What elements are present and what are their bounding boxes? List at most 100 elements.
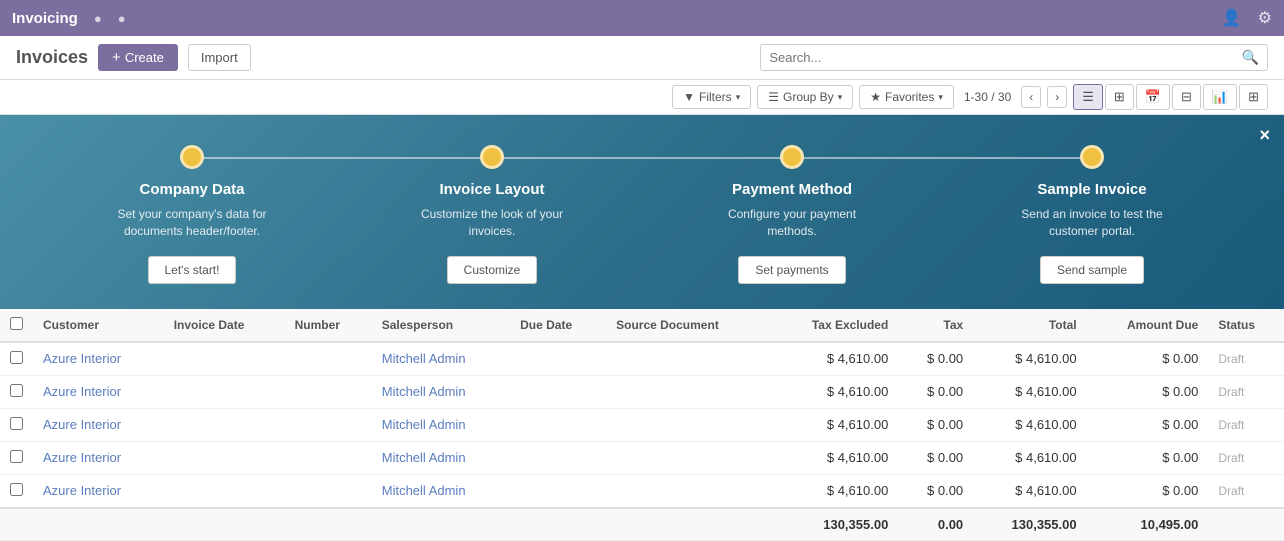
row-checkbox[interactable]: [10, 450, 23, 463]
cell-invoice-date: [164, 342, 285, 376]
status-badge: Draft: [1218, 484, 1244, 498]
groupby-button[interactable]: ☰ Group By ▾: [757, 85, 853, 109]
header-bar: Invoices Create Import 🔍: [0, 36, 1284, 80]
calendar-view-button[interactable]: 📅: [1136, 84, 1170, 110]
col-due-date[interactable]: Due Date: [510, 309, 606, 342]
table-body: Azure Interior Mitchell Admin $ 4,610.00…: [0, 342, 1284, 508]
col-tax-excluded[interactable]: Tax Excluded: [770, 309, 899, 342]
cell-salesperson[interactable]: Mitchell Admin: [372, 474, 510, 508]
cell-number: [285, 408, 372, 441]
import-button[interactable]: Import: [188, 44, 251, 71]
step-title-2: Invoice Layout: [439, 181, 544, 198]
select-all-header[interactable]: [0, 309, 33, 342]
cell-customer[interactable]: Azure Interior: [33, 408, 164, 441]
col-salesperson[interactable]: Salesperson: [372, 309, 510, 342]
settings-icon[interactable]: ⚙: [1258, 8, 1272, 28]
salesperson-link[interactable]: Mitchell Admin: [382, 351, 466, 366]
step-btn-3[interactable]: Set payments: [738, 256, 845, 284]
cell-amount-due: $ 0.00: [1087, 375, 1209, 408]
row-checkbox[interactable]: [10, 483, 23, 496]
chart-view-button[interactable]: 📊: [1203, 84, 1237, 110]
filters-button[interactable]: ▼ Filters ▾: [672, 85, 751, 109]
grid-view-button[interactable]: ⊞: [1239, 84, 1268, 110]
cell-customer[interactable]: Azure Interior: [33, 342, 164, 376]
step-btn-4[interactable]: Send sample: [1040, 256, 1144, 284]
cell-amount-due: $ 0.00: [1087, 408, 1209, 441]
row-checkbox-cell[interactable]: [0, 342, 33, 376]
cell-number: [285, 342, 372, 376]
page-title: Invoices: [16, 47, 88, 68]
cell-status: Draft: [1208, 342, 1284, 376]
next-page-button[interactable]: ›: [1047, 86, 1067, 108]
cell-tax: $ 0.00: [898, 375, 973, 408]
footer-amount-due: 10,495.00: [1087, 508, 1209, 541]
cell-tax: $ 0.00: [898, 408, 973, 441]
customer-link[interactable]: Azure Interior: [43, 351, 121, 366]
row-checkbox-cell[interactable]: [0, 441, 33, 474]
col-status[interactable]: Status: [1208, 309, 1284, 342]
cell-salesperson[interactable]: Mitchell Admin: [372, 375, 510, 408]
col-invoice-date[interactable]: Invoice Date: [164, 309, 285, 342]
cell-customer[interactable]: Azure Interior: [33, 375, 164, 408]
prev-page-button[interactable]: ‹: [1021, 86, 1041, 108]
col-customer[interactable]: Customer: [33, 309, 164, 342]
salesperson-link[interactable]: Mitchell Admin: [382, 417, 466, 432]
step-desc-4: Send an invoice to test the customer por…: [1002, 206, 1182, 240]
customer-link[interactable]: Azure Interior: [43, 483, 121, 498]
cell-salesperson[interactable]: Mitchell Admin: [372, 408, 510, 441]
cell-source-doc: [606, 441, 770, 474]
status-badge: Draft: [1218, 352, 1244, 366]
cell-status: Draft: [1208, 474, 1284, 508]
step-btn-2[interactable]: Customize: [447, 256, 538, 284]
salesperson-link[interactable]: Mitchell Admin: [382, 450, 466, 465]
favorites-button[interactable]: ★ Favorites ▾: [859, 85, 954, 109]
wizard-step-payment: Payment Method Configure your payment me…: [642, 145, 942, 284]
row-checkbox-cell[interactable]: [0, 474, 33, 508]
kanban-view-button[interactable]: ⊞: [1105, 84, 1134, 110]
col-tax[interactable]: Tax: [898, 309, 973, 342]
cell-source-doc: [606, 375, 770, 408]
salesperson-link[interactable]: Mitchell Admin: [382, 483, 466, 498]
select-all-checkbox[interactable]: [10, 317, 23, 330]
pivot-view-button[interactable]: ⊟: [1172, 84, 1201, 110]
list-view-button[interactable]: ☰: [1073, 84, 1103, 110]
cell-status: Draft: [1208, 408, 1284, 441]
step-btn-1[interactable]: Let's start!: [148, 256, 237, 284]
wizard-close-button[interactable]: ×: [1259, 125, 1270, 146]
cell-salesperson[interactable]: Mitchell Admin: [372, 342, 510, 376]
filters-label: Filters: [699, 90, 732, 104]
cell-salesperson[interactable]: Mitchell Admin: [372, 441, 510, 474]
user-icon[interactable]: 👤: [1222, 8, 1242, 28]
col-total[interactable]: Total: [973, 309, 1086, 342]
footer-empty: [0, 508, 770, 541]
cell-customer[interactable]: Azure Interior: [33, 441, 164, 474]
col-amount-due[interactable]: Amount Due: [1087, 309, 1209, 342]
customer-link[interactable]: Azure Interior: [43, 384, 121, 399]
cell-status: Draft: [1208, 375, 1284, 408]
row-checkbox-cell[interactable]: [0, 375, 33, 408]
col-source-doc[interactable]: Source Document: [606, 309, 770, 342]
col-number[interactable]: Number: [285, 309, 372, 342]
cell-status: Draft: [1208, 441, 1284, 474]
cell-invoice-date: [164, 474, 285, 508]
cell-source-doc: [606, 342, 770, 376]
table-footer-row: 130,355.00 0.00 130,355.00 10,495.00: [0, 508, 1284, 541]
cell-tax: $ 0.00: [898, 342, 973, 376]
row-checkbox[interactable]: [10, 384, 23, 397]
cell-customer[interactable]: Azure Interior: [33, 474, 164, 508]
salesperson-link[interactable]: Mitchell Admin: [382, 384, 466, 399]
filters-caret: ▾: [736, 92, 741, 103]
create-button[interactable]: Create: [98, 44, 178, 71]
row-checkbox[interactable]: [10, 351, 23, 364]
wizard-step-layout: Invoice Layout Customize the look of you…: [342, 145, 642, 284]
row-checkbox-cell[interactable]: [0, 408, 33, 441]
customer-link[interactable]: Azure Interior: [43, 417, 121, 432]
table-row: Azure Interior Mitchell Admin $ 4,610.00…: [0, 342, 1284, 376]
star-icon: ★: [870, 90, 881, 104]
customer-link[interactable]: Azure Interior: [43, 450, 121, 465]
footer-status-empty: [1208, 508, 1284, 541]
row-checkbox[interactable]: [10, 417, 23, 430]
search-input[interactable]: [769, 50, 1241, 65]
search-bar: 🔍: [760, 44, 1268, 71]
cell-invoice-date: [164, 441, 285, 474]
